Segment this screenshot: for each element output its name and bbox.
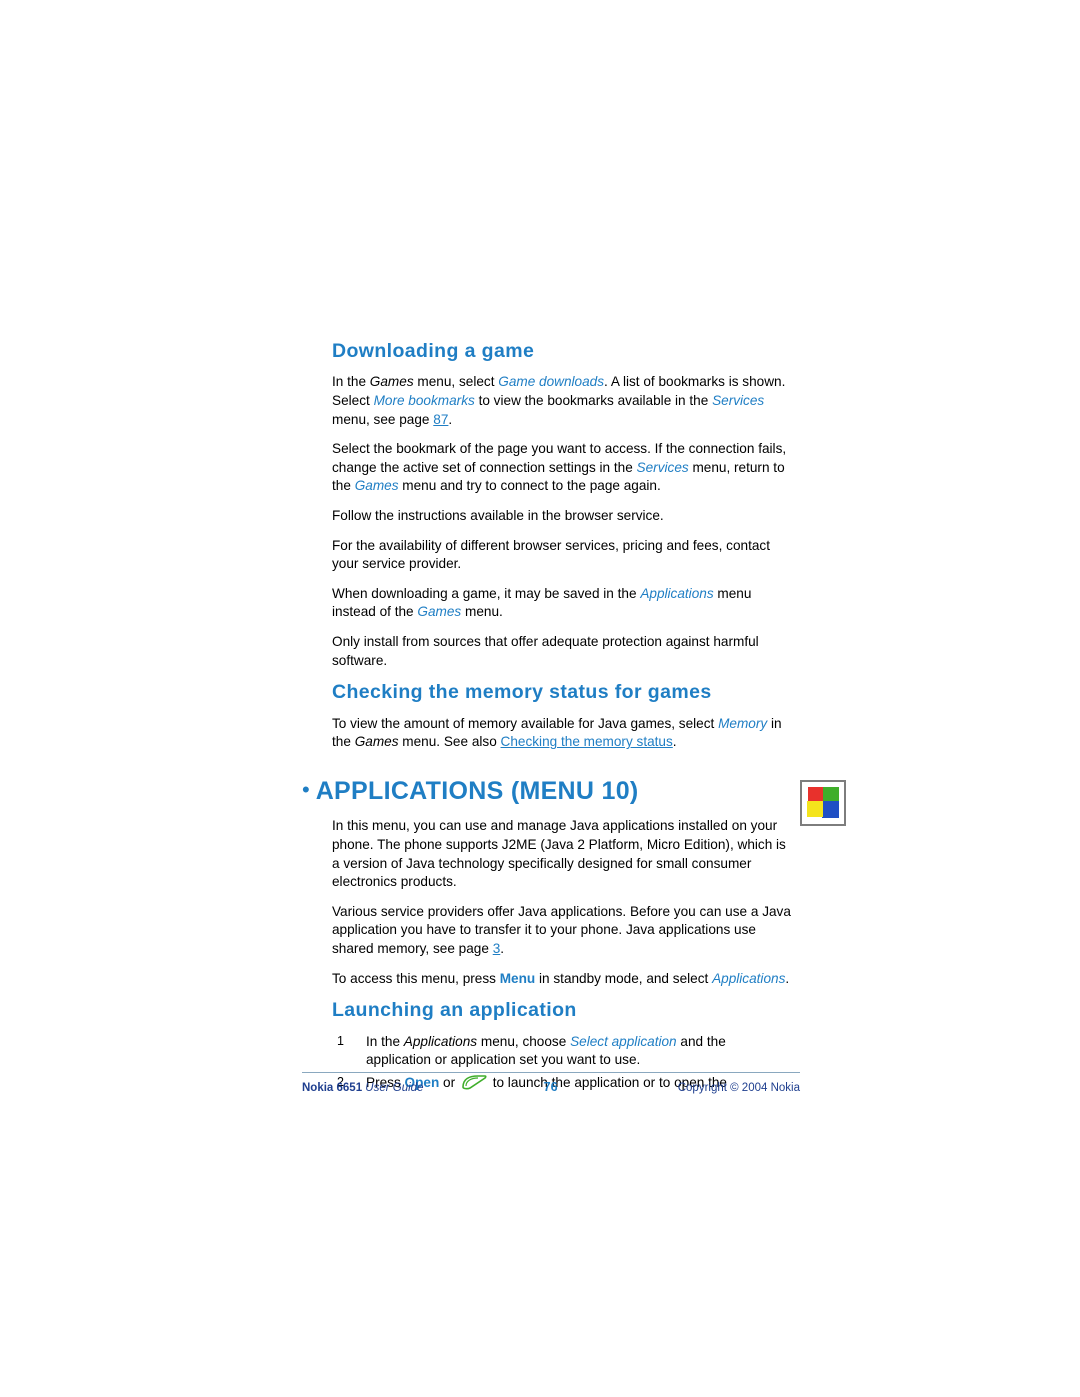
text-fragment: menu. (461, 604, 503, 620)
footer-copyright: Copyright © 2004 Nokia (677, 1082, 800, 1094)
paragraph-access-menu: To access this menu, press Menu in stand… (332, 970, 794, 989)
applications-icon (800, 779, 846, 826)
term-applications: Applications (712, 970, 786, 986)
text-fragment: To view the amount of memory available f… (332, 715, 719, 731)
text-fragment: . (448, 411, 453, 427)
text-fragment: menu, choose (477, 1033, 571, 1049)
term-applications: Applications (403, 1033, 478, 1049)
bullet-icon: • (302, 776, 310, 802)
text-fragment: Various service providers offer Java app… (332, 903, 791, 957)
term-games: Games (417, 604, 462, 620)
term-game-downloads: Game downloads (498, 374, 605, 390)
paragraph-service-providers: Various service providers offer Java app… (332, 903, 794, 959)
paragraph-applications-intro: In this menu, you can use and manage Jav… (332, 818, 786, 890)
term-services: Services (636, 459, 689, 475)
text-fragment: To access this menu, press (332, 970, 500, 986)
page-footer: Nokia 6651 User Guide 76 Copyright © 200… (302, 1072, 800, 1094)
footer-title-suffix: User Guide (362, 1082, 424, 1094)
term-games: Games (354, 734, 399, 750)
softkey-menu: Menu (499, 970, 536, 986)
text-fragment: to view the bookmarks available in the (474, 393, 713, 408)
text-fragment: menu, see page (332, 411, 434, 427)
icon-square-blue (822, 800, 839, 818)
text-fragment: menu. See also (398, 734, 501, 750)
text-fragment: in standby mode, and select (535, 970, 713, 986)
paragraph-downloading-intro: In the Games menu, select Game downloads… (332, 373, 794, 429)
text-fragment: When downloading a game, it may be saved… (332, 585, 641, 601)
heading-downloading-a-game: Downloading a game (332, 340, 535, 362)
paragraph-downloading-saved: When downloading a game, it may be saved… (332, 585, 794, 622)
footer-model: Nokia 6651 (302, 1082, 363, 1094)
text-fragment: . (500, 941, 505, 957)
term-more-bookmarks: More bookmarks (373, 393, 475, 408)
heading-launching-an-application: Launching an application (332, 999, 577, 1022)
text-fragment: menu, select (413, 374, 499, 390)
text-fragment: . (672, 734, 677, 750)
document-page: Downloading a game In the Games menu, se… (0, 0, 1080, 1397)
paragraph-availability: For the availability of different browse… (332, 537, 770, 572)
paragraph-select-bookmark: Select the bookmark of the page you want… (332, 440, 794, 496)
page-content: Downloading a game In the Games menu, se… (302, 340, 846, 1097)
cross-reference-checking-memory-status[interactable]: Checking the memory status (501, 734, 673, 749)
text-fragment: . (785, 970, 790, 986)
term-applications: Applications (640, 585, 714, 601)
paragraph-follow-instructions: Follow the instructions available in the… (332, 508, 664, 524)
heading-applications-menu: APPLICATIONS (MENU 10) (315, 776, 639, 805)
term-memory: Memory (718, 715, 768, 731)
term-select-application: Select application (570, 1033, 677, 1049)
term-games: Games (369, 374, 414, 390)
footer-page-number: 76 (543, 1080, 558, 1094)
footer-document-title: Nokia 6651 User Guide (302, 1082, 423, 1094)
text-fragment: menu and try to connect to the page agai… (398, 478, 661, 494)
text-fragment: In the (332, 374, 370, 390)
page-reference-87[interactable]: 87 (433, 412, 448, 427)
paragraph-only-install: Only install from sources that offer ade… (332, 634, 759, 668)
step-number: 1 (337, 1033, 344, 1048)
term-games: Games (354, 478, 399, 494)
paragraph-memory-status: To view the amount of memory available f… (332, 715, 794, 752)
list-item: 1 In the Applications menu, choose Select… (332, 1033, 794, 1070)
icon-square-yellow (807, 800, 823, 817)
heading-checking-memory-status: Checking the memory status for games (332, 681, 712, 704)
applications-menu-heading-row: • APPLICATIONS (MENU 10) (302, 776, 846, 826)
term-services: Services (712, 393, 765, 408)
text-fragment: In the (366, 1033, 404, 1049)
